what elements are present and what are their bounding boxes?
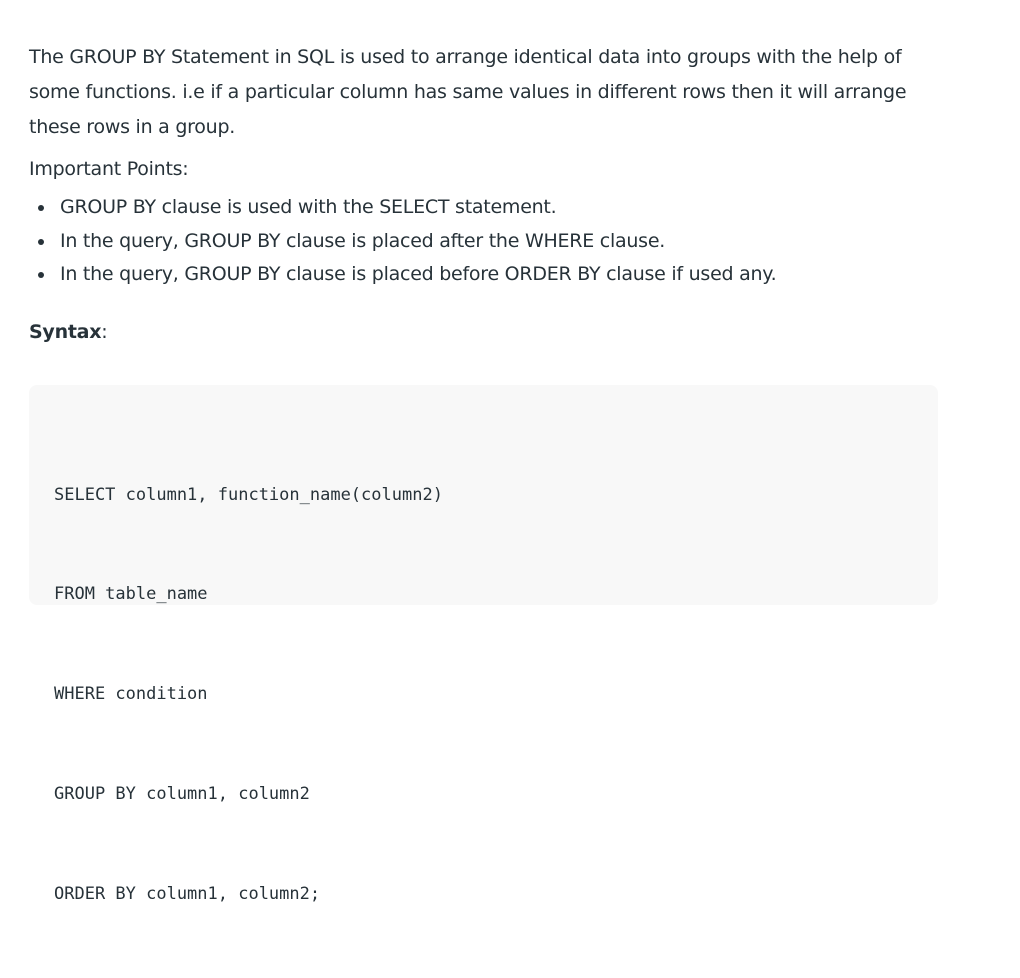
bullet-icon [38,238,44,245]
syntax-colon: : [101,320,108,343]
code-line: GROUP BY column1, column2 [54,784,310,805]
syntax-label: Syntax [29,320,102,343]
code-lines: SELECT column1, function_name(column2) F… [54,412,443,978]
bullet-icon [38,272,44,278]
important-points-heading: Important Points: [29,158,189,180]
code-line: SELECT column1, function_name(column2) [54,484,443,505]
list-item-text: GROUP BY clause is used with the SELECT … [60,196,557,218]
list-item: In the query, GROUP BY clause is placed … [29,258,938,292]
important-points-list: GROUP BY clause is used with the SELECT … [29,191,938,292]
list-item-text: In the query, GROUP BY clause is placed … [60,263,777,285]
syntax-heading: Syntax: [29,320,938,344]
intro-paragraph: The GROUP BY Statement in SQL is used to… [29,46,907,138]
code-line: WHERE condition [54,684,208,705]
list-item-text: In the query, GROUP BY clause is placed … [60,229,666,252]
code-block[interactable]: SELECT column1, function_name(column2) F… [29,385,938,904]
code-line: FROM table_name [54,584,208,605]
list-item: GROUP BY clause is used with the SELECT … [29,191,938,225]
bullet-icon [38,205,44,211]
list-item: In the query, GROUP BY clause is placed … [29,225,938,259]
code-line: ORDER BY column1, column2; [54,884,321,905]
article-body: The GROUP BY Statement in SQL is used to… [29,40,938,344]
